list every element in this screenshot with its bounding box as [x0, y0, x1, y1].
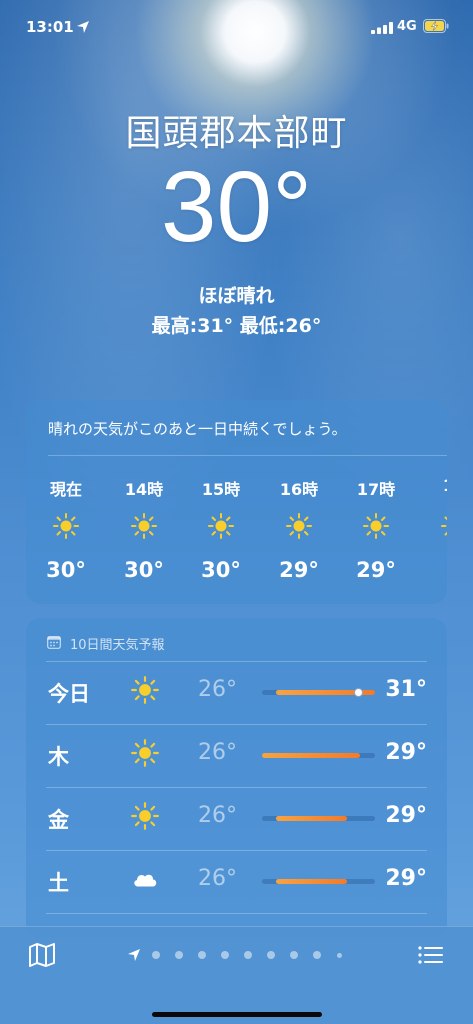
location-name: 国頭郡本部町 [125, 113, 348, 154]
hour-item: 18 2 [424, 476, 447, 582]
day-low-temperature: 26° [198, 803, 237, 828]
temperature-range-bar [262, 879, 375, 884]
map-icon[interactable] [28, 941, 56, 969]
sun-icon [131, 676, 159, 704]
page-dot [313, 951, 321, 959]
sun-icon [131, 802, 159, 830]
hour-item: 17時 29° [346, 476, 406, 582]
day-row[interactable]: 木 26° 29° [26, 724, 447, 787]
page-dot [175, 951, 183, 959]
daily-forecast-card[interactable]: 10日間天気予報 今日 26° 31° 木 26° 29° 金 26° 29° … [26, 618, 447, 938]
status-time: 13:01 [26, 18, 74, 36]
hourly-summary: 晴れの天気がこのあと一日中続くでしょう。 [48, 420, 347, 438]
hour-item: 15時 30° [191, 476, 251, 582]
hour-temperature: 29° [356, 558, 396, 582]
hour-label: 17時 [356, 480, 396, 499]
day-high-temperature: 29° [385, 866, 427, 891]
day-name: 土 [48, 871, 69, 895]
page-dot [221, 951, 229, 959]
sun-icon [131, 739, 159, 767]
day-name: 木 [48, 745, 69, 769]
temperature-range-fill [275, 879, 347, 884]
day-low-temperature: 26° [198, 677, 237, 702]
page-dot [198, 951, 206, 959]
day-low-temperature: 26° [198, 866, 237, 891]
home-indicator[interactable] [152, 1012, 322, 1017]
day-row[interactable]: 土 26° 29° [26, 850, 447, 913]
page-dot [244, 951, 252, 959]
page-dot [290, 951, 298, 959]
cloud-icon [134, 874, 157, 887]
sun-icon [131, 513, 157, 539]
hour-temperature: 30° [124, 558, 164, 582]
cellular-signal-icon [371, 22, 393, 34]
sun-icon [363, 513, 389, 539]
current-temperature: 30° [160, 151, 313, 263]
hour-label: 18 [424, 476, 447, 496]
hour-label: 現在 [49, 480, 82, 499]
battery-charging-icon [423, 19, 449, 33]
hour-temperature: 30° [201, 558, 241, 582]
hourly-forecast-card[interactable]: 晴れの天気がこのあと一日中続くでしょう。 現在 30° 14時 30° 15時 … [26, 400, 447, 604]
hour-label: 14時 [124, 480, 164, 499]
divider [46, 724, 427, 725]
sun-icon [286, 513, 312, 539]
day-name: 金 [48, 808, 69, 832]
location-arrow-icon [128, 949, 140, 961]
status-bar: 13:01 4G [0, 0, 473, 54]
bottom-toolbar [0, 926, 473, 1024]
temperature-range-bar [262, 688, 375, 697]
day-high-temperature: 31° [385, 677, 427, 702]
hour-item: 14時 30° [114, 476, 174, 582]
temperature-range-bar [262, 816, 375, 821]
day-high-temperature: 29° [385, 740, 427, 765]
day-row[interactable]: 金 26° 29° [26, 787, 447, 850]
list-icon[interactable] [416, 941, 444, 969]
day-low-temperature: 26° [198, 740, 237, 765]
divider [46, 787, 427, 788]
page-dot [337, 953, 342, 958]
divider [46, 913, 427, 914]
divider [46, 661, 427, 662]
location-arrow-icon [77, 21, 89, 33]
temperature-range-fill [275, 816, 347, 821]
hour-label: 15時 [201, 480, 241, 499]
hour-temperature: 29° [279, 558, 319, 582]
hour-item: 16時 29° [269, 476, 329, 582]
high-low-temperature: 最高:31° 最低:26° [151, 315, 322, 337]
page-dot [267, 951, 275, 959]
sun-icon [441, 516, 447, 536]
hour-item: 現在 30° [36, 476, 96, 582]
hour-label: 16時 [279, 480, 319, 499]
day-row[interactable]: 今日 26° 31° [26, 661, 447, 724]
temperature-range-fill [262, 753, 361, 758]
network-type: 4G [397, 19, 417, 34]
calendar-icon [47, 636, 61, 649]
sun-icon [53, 513, 79, 539]
temperature-range-bar [262, 753, 375, 758]
divider [46, 850, 427, 851]
daily-forecast-title: 10日間天気予報 [70, 638, 165, 653]
current-temperature-dot [353, 688, 363, 697]
hour-temperature: 30° [46, 558, 86, 582]
day-high-temperature: 29° [385, 803, 427, 828]
hour-temperature: 2 [424, 558, 448, 582]
page-indicator[interactable] [127, 947, 347, 963]
weather-condition: ほぼ晴れ [198, 285, 275, 307]
day-name: 今日 [48, 682, 90, 706]
page-dot [152, 951, 160, 959]
divider [48, 455, 447, 456]
sun-icon [208, 513, 234, 539]
